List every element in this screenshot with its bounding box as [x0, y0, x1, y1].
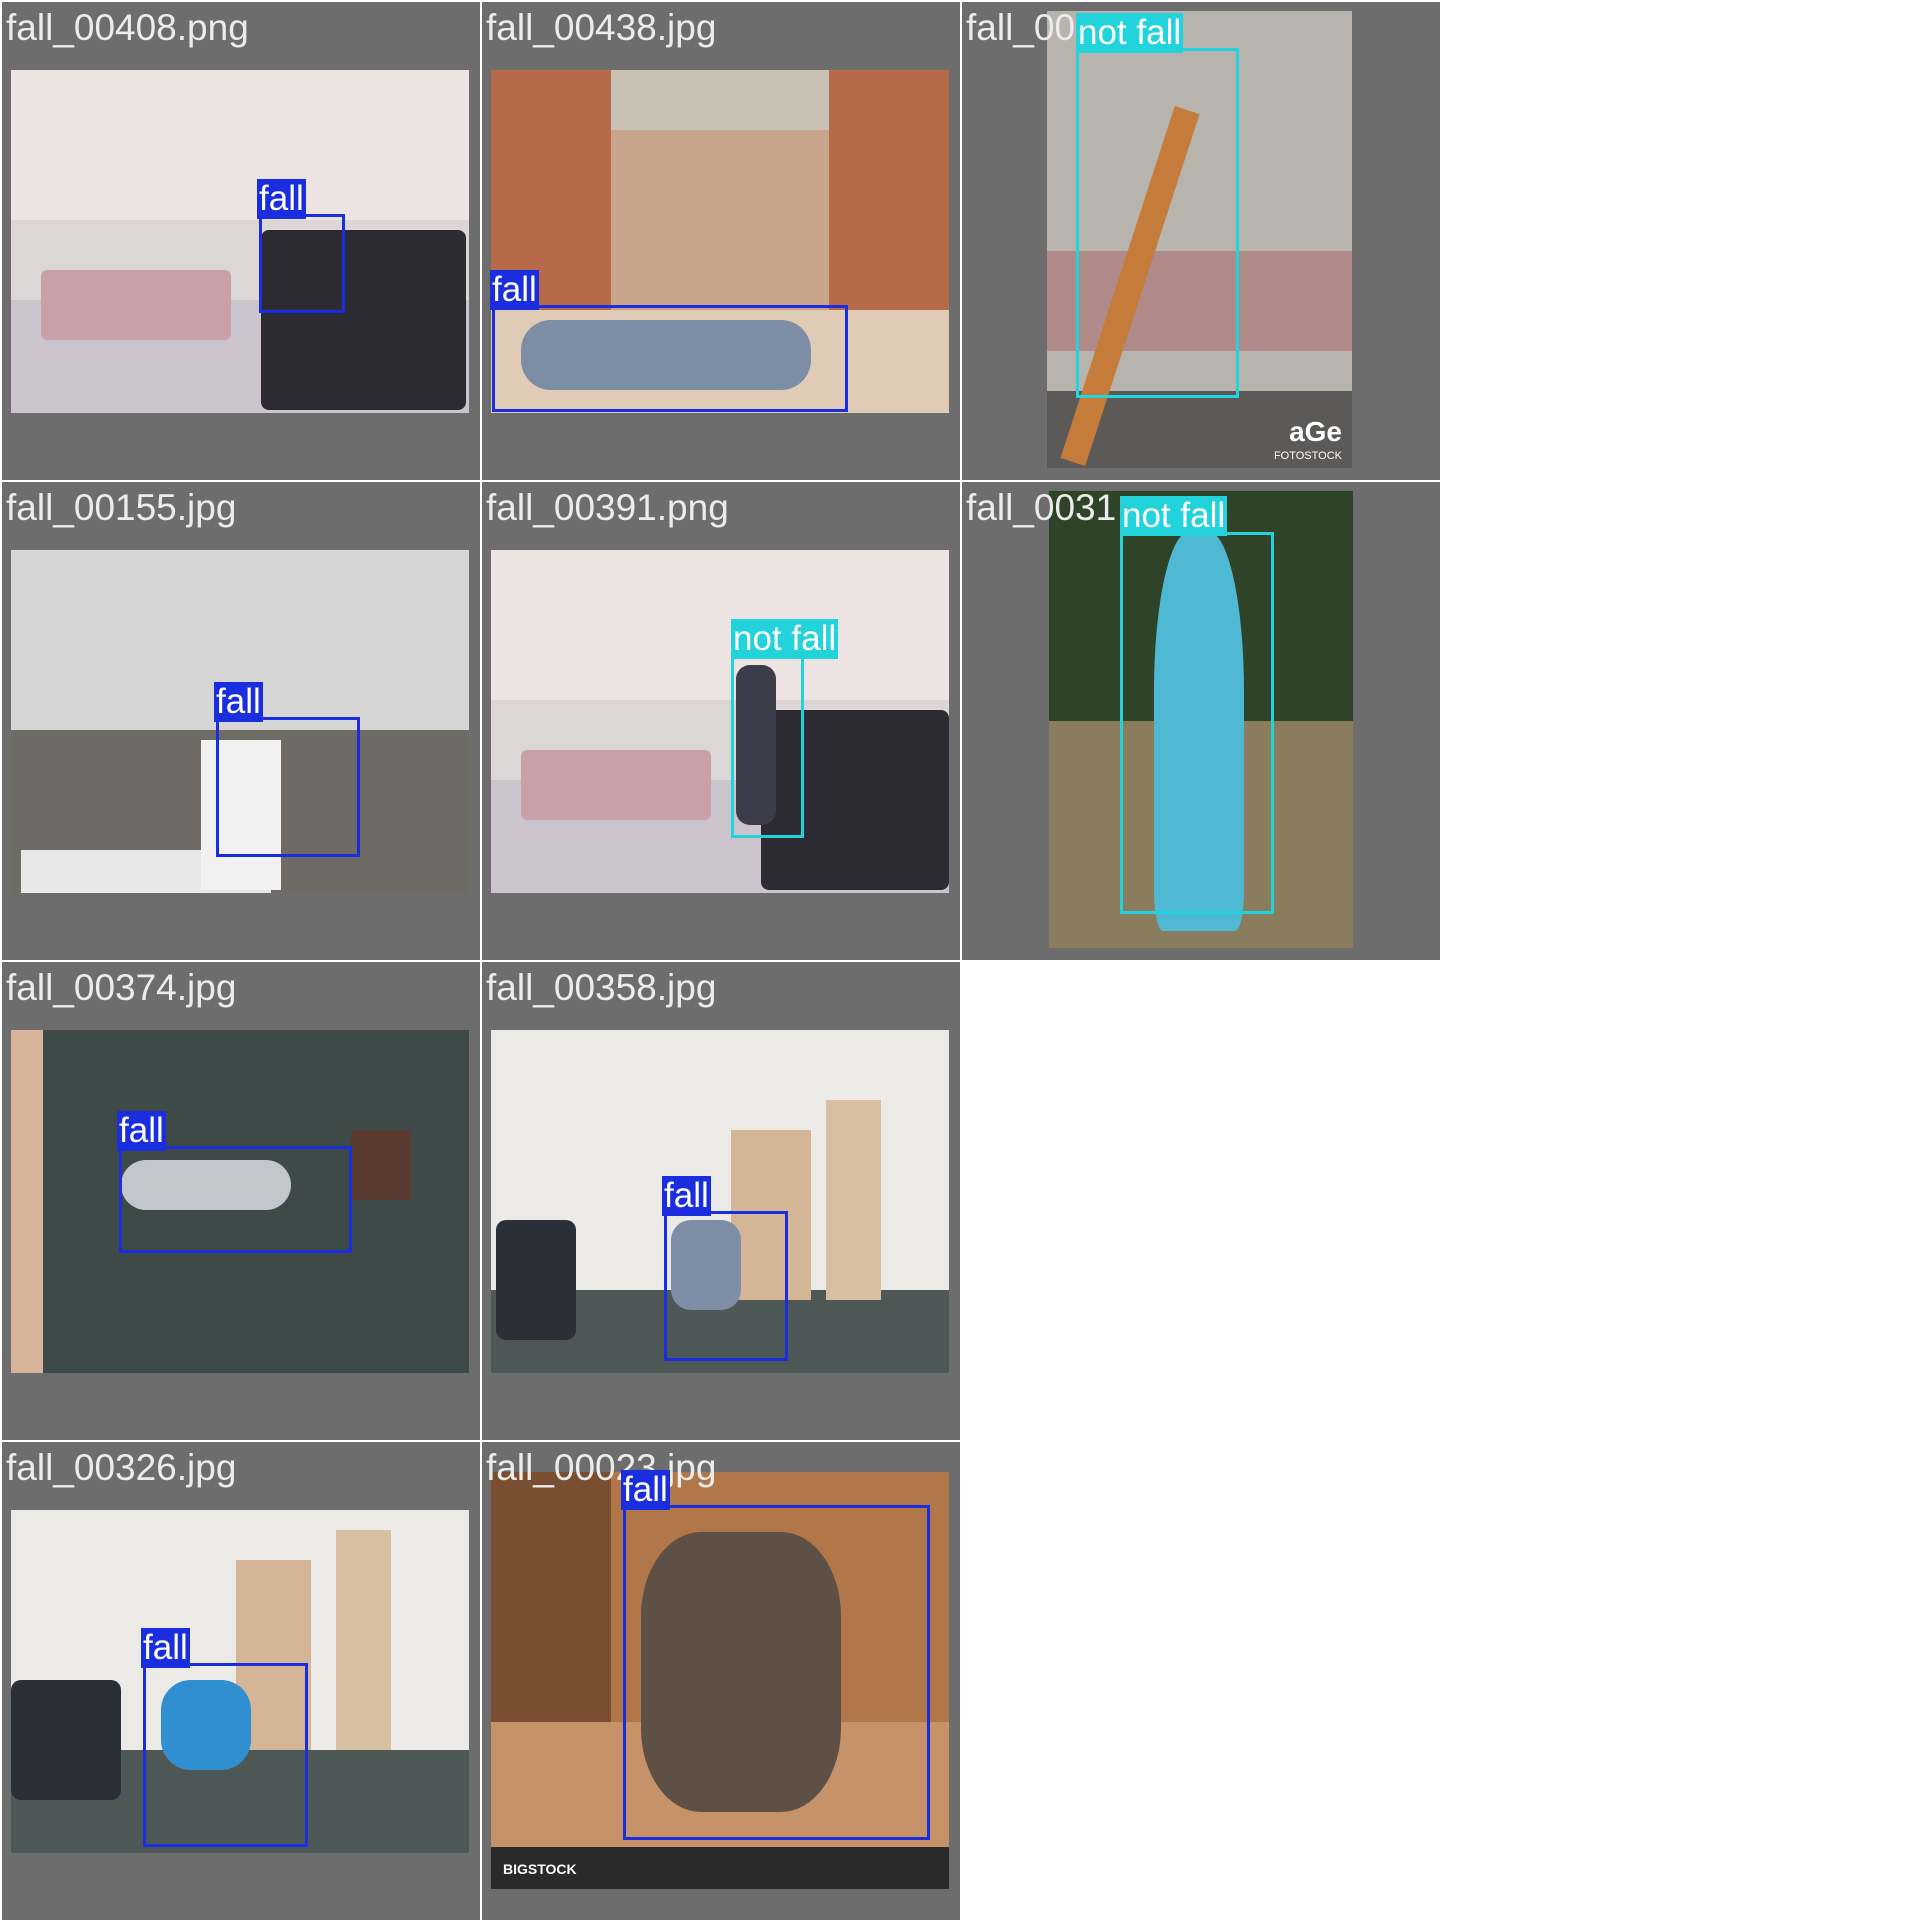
detection-label: not fall [1076, 13, 1184, 53]
tile-fall-00: fall_00 aGe FOTOSTOCK not fall [962, 2, 1440, 480]
detection-box [259, 214, 345, 313]
detection-box [492, 305, 848, 412]
tile-fall-00023: fall_00023.jpg BIGSTOCK fall [482, 1442, 960, 1920]
detection-box [1120, 532, 1274, 914]
tile-fall-0031: fall_0031 not fall [962, 482, 1440, 960]
tile-filename: fall_00 [966, 7, 1076, 48]
tile-filename: fall_00374.jpg [6, 967, 237, 1008]
detection-box [664, 1211, 788, 1361]
detection-box [731, 656, 804, 838]
watermark-logo: aGe [1289, 416, 1342, 447]
detection-label: fall [214, 682, 263, 722]
detection-label: fall [141, 1628, 190, 1668]
tile-filename: fall_00358.jpg [486, 967, 717, 1008]
watermark-text: FOTOSTOCK [1273, 450, 1342, 462]
tile-fall-00326: fall_00326.jpg fall [2, 1442, 480, 1920]
tile-fall-00391: fall_00391.png not fall [482, 482, 960, 960]
tile-fall-00438: fall_00438.jpg fall [482, 2, 960, 480]
detection-box [143, 1663, 308, 1847]
tile-filename: fall_00408.png [6, 7, 249, 48]
tile-filename: fall_00023.jpg [486, 1447, 717, 1488]
detection-box [1076, 48, 1239, 398]
watermark-text: BIGSTOCK [503, 1861, 577, 1877]
tile-fall-00408: fall_00408.png fall [2, 2, 480, 480]
detection-label: fall [621, 1470, 670, 1510]
detection-label: fall [662, 1176, 711, 1216]
detection-label: fall [490, 270, 539, 310]
tile-fall-00374: fall_00374.jpg fall [2, 962, 480, 1440]
tile-filename: fall_00438.jpg [486, 7, 717, 48]
tile-filename: fall_00391.png [486, 487, 729, 528]
tile-photo [11, 70, 469, 413]
detection-label: not fall [1120, 496, 1228, 536]
tile-fall-00155: fall_00155.jpg fall [2, 482, 480, 960]
tile-filename: fall_00155.jpg [6, 487, 237, 528]
tile-filename: fall_00326.jpg [6, 1447, 237, 1488]
detection-label: fall [117, 1111, 166, 1151]
detection-label: not fall [731, 619, 839, 659]
tile-photo [491, 550, 949, 893]
tile-fall-00358: fall_00358.jpg fall [482, 962, 960, 1440]
detection-label: fall [257, 179, 306, 219]
detection-box [119, 1146, 352, 1253]
detection-box [216, 717, 360, 857]
detection-box [623, 1505, 930, 1840]
tile-filename: fall_0031 [966, 487, 1117, 528]
